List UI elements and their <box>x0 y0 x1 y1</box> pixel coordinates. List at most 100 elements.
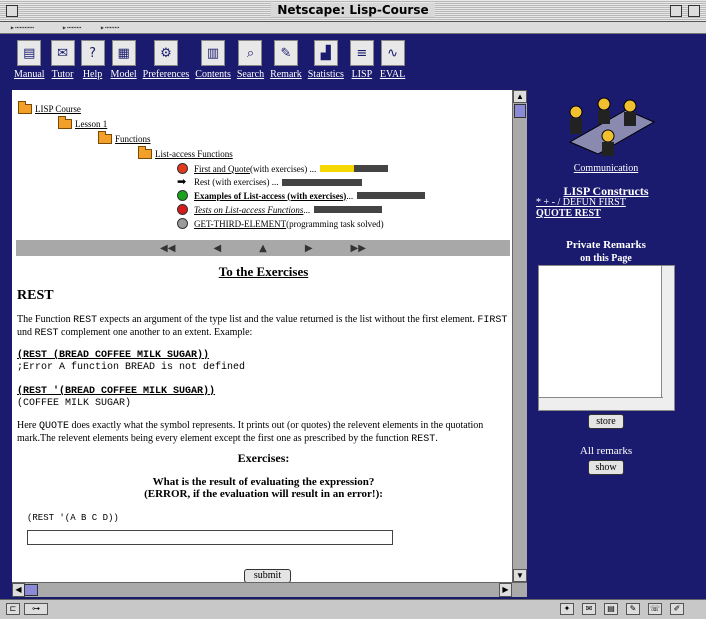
content-frame: LISP Course Lesson 1 Functions List-acce… <box>12 90 512 582</box>
mail-icon[interactable]: ✉ <box>582 603 596 615</box>
zoom-box[interactable] <box>670 5 682 17</box>
tree-course-label[interactable]: LISP Course <box>35 104 81 114</box>
security-icon[interactable]: ⊏ <box>6 603 20 615</box>
progress-bar <box>357 192 426 199</box>
breadcrumb-segment: ▸⋯⋯⋯ <box>62 23 82 32</box>
first-page-icon[interactable]: ◀◀ <box>160 243 175 254</box>
communication-icon[interactable] <box>562 96 658 158</box>
expression-text: (REST '(A B C D)) <box>27 513 119 523</box>
progress-fill <box>320 165 355 172</box>
title-bar: Netscape: Lisp-Course <box>0 0 706 22</box>
composer-icon[interactable]: ✎ <box>626 603 640 615</box>
search-button[interactable]: ⌕ Search <box>237 40 264 84</box>
tree-item-first-and-quote[interactable]: First and Quote (with exercises) ... <box>177 163 389 174</box>
tree-item-rest[interactable]: ➡ Rest (with exercises) ... <box>177 176 363 187</box>
scroll-thumb[interactable] <box>24 584 38 596</box>
show-button[interactable]: show <box>588 460 624 475</box>
connection-icon: ⊶ <box>24 603 48 615</box>
horizontal-scrollbar[interactable]: ◀ ▶ <box>12 582 527 597</box>
tree-lesson-label[interactable]: Lesson 1 <box>75 119 107 129</box>
page-navigation-bar: ◀◀ ◀ ▲ ▶ ▶▶ <box>16 240 510 256</box>
breadcrumb-segment: ▸⋯⋯⋯⋯ <box>10 23 35 32</box>
status-bar: ⊏ ⊶ ✦ ✉ ▤ ✎ ☏ ✐ <box>0 599 706 619</box>
question-text: What is the result of evaluating the exp… <box>152 476 375 488</box>
breadcrumb-segment: ▸⋯⋯⋯ <box>100 23 120 32</box>
tree-item-get-third-element[interactable]: GET-THIRD-ELEMENT (programming task solv… <box>177 218 384 229</box>
eval-label: EVAL <box>379 69 406 80</box>
tree-item-examples[interactable]: Examples of List-access (with exercises)… <box>177 190 426 201</box>
next-page-icon[interactable]: ▶ <box>305 243 313 254</box>
manual-icon: ▤ <box>17 40 42 66</box>
scroll-up-icon[interactable]: ▲ <box>513 90 527 103</box>
tree-course[interactable]: LISP Course <box>18 101 81 114</box>
right-panel: Communication LISP Constructs * + - / DE… <box>530 90 706 596</box>
tree-item-tests[interactable]: Tests on List-access Functions ... <box>177 204 383 215</box>
scroll-down-icon[interactable]: ▼ <box>513 569 527 582</box>
tree-lesson[interactable]: Lesson 1 <box>58 116 107 129</box>
answer-input[interactable] <box>27 530 393 545</box>
tutor-icon: ✉ <box>50 40 75 66</box>
vertical-scrollbar[interactable]: ▲ ▼ <box>512 90 527 582</box>
communication-link[interactable]: Communication <box>530 163 682 174</box>
status-dot-icon <box>177 204 188 215</box>
remarks-scrollbar[interactable] <box>661 266 674 410</box>
lisp-icon: ≡ <box>349 40 374 66</box>
collapse-box[interactable] <box>688 5 700 17</box>
help-button[interactable]: ? Help <box>80 40 105 84</box>
progress-bar <box>282 178 363 186</box>
remark-button[interactable]: ✎ Remark <box>270 40 302 84</box>
tutor-button[interactable]: ✉ Tutor <box>50 40 75 84</box>
help-label: Help <box>82 69 103 80</box>
help-icon: ? <box>80 40 105 66</box>
tree-item-label[interactable]: Tests on List-access Functions <box>194 205 303 215</box>
component-icon[interactable]: ✦ <box>560 603 574 615</box>
tree-item-label[interactable]: First and Quote <box>194 164 250 174</box>
progress-bar <box>320 165 389 172</box>
up-icon[interactable]: ▲ <box>259 243 267 254</box>
tree-item-label[interactable]: Examples of List-access (with exercises) <box>194 191 346 201</box>
window-title: Netscape: Lisp-Course <box>0 3 706 17</box>
statistics-icon: ▟ <box>313 40 338 66</box>
tree-item-suffix: (programming task solved) <box>286 218 384 229</box>
lisp-button[interactable]: ≡ LISP <box>349 40 374 84</box>
search-icon: ⌕ <box>238 40 263 66</box>
tutor-label: Tutor <box>51 69 74 80</box>
lesson-content: To the Exercises REST The Function REST … <box>17 265 510 524</box>
eval-button[interactable]: ∿ EVAL <box>380 40 405 84</box>
tree-item-label: Rest (with exercises) ... <box>194 177 279 187</box>
remarks-hscrollbar[interactable] <box>539 397 663 410</box>
manual-button[interactable]: ▤ Manual <box>14 40 45 84</box>
tree-item-label[interactable]: GET-THIRD-ELEMENT <box>194 219 286 229</box>
tree-section[interactable]: List-access Functions <box>138 146 233 159</box>
scroll-right-icon[interactable]: ▶ <box>499 583 512 597</box>
model-button[interactable]: ▦ Model <box>111 40 137 84</box>
tree-chapter-label[interactable]: Functions <box>115 134 151 144</box>
last-page-icon[interactable]: ▶▶ <box>351 243 366 254</box>
status-dot-icon <box>177 190 188 201</box>
edit-icon[interactable]: ✐ <box>670 603 684 615</box>
statistics-button[interactable]: ▟ Statistics <box>308 40 344 84</box>
preferences-button[interactable]: ⚙ Preferences <box>142 40 190 84</box>
tree-item-suffix: (with exercises) ... <box>250 163 317 174</box>
exercises-link[interactable]: To the Exercises <box>17 265 510 278</box>
prev-page-icon[interactable]: ◀ <box>213 243 221 254</box>
preferences-label: Preferences <box>142 69 190 80</box>
tree-chapter[interactable]: Functions <box>98 131 151 144</box>
conference-icon[interactable]: ☏ <box>648 603 662 615</box>
store-button[interactable]: store <box>588 414 624 429</box>
tree-section-label[interactable]: List-access Functions <box>155 149 233 159</box>
constructs-list[interactable]: QUOTE REST <box>536 208 601 219</box>
location-strip: ▸⋯⋯⋯⋯ ▸⋯⋯⋯ ▸⋯⋯⋯ <box>0 22 706 34</box>
eval-icon: ∿ <box>380 40 405 66</box>
folder-icon <box>58 116 72 129</box>
example-code: (REST (BREAD COFFEE MILK SUGAR)) <box>17 350 210 361</box>
submit-button[interactable]: submit <box>244 569 291 582</box>
private-remarks-heading: Private Remarks <box>566 239 646 251</box>
news-icon[interactable]: ▤ <box>604 603 618 615</box>
contents-button[interactable]: ▥ Contents <box>195 40 231 84</box>
lisp-label: LISP <box>351 69 373 80</box>
scroll-thumb[interactable] <box>514 104 526 118</box>
search-label: Search <box>236 69 265 80</box>
constructs-list[interactable]: * + - / DEFUN FIRST <box>536 197 626 208</box>
remarks-textarea[interactable] <box>538 265 675 411</box>
